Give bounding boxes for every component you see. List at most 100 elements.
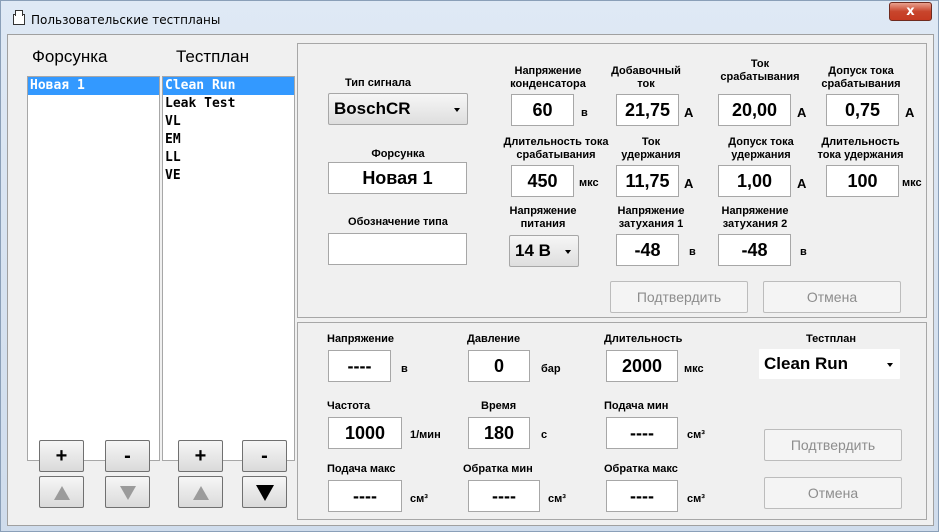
arrow-up-icon (53, 485, 70, 500)
frequency-label: Частота (327, 400, 371, 412)
hold-current-unit: А (684, 176, 694, 191)
return-min-field[interactable]: ---- (468, 480, 540, 512)
window-title: Пользовательские тестпланы (31, 13, 221, 27)
supply-voltage-value: 14 В (515, 241, 551, 260)
move-injector-down-button[interactable] (105, 476, 150, 508)
trigger-duration-label-2: срабатывания (516, 149, 596, 161)
feed-min-label: Подача мин (604, 400, 669, 412)
supply-voltage-label: Напряжение (509, 205, 577, 217)
chevron-down-icon (887, 363, 893, 367)
move-injector-up-button[interactable] (39, 476, 84, 508)
testplan-confirm-button[interactable]: Подтвердить (764, 429, 902, 461)
hold-current-tolerance-field[interactable]: 1,00 (718, 165, 791, 197)
decay-voltage-2-label-2: затухания 2 (722, 218, 788, 230)
hold-duration-label: Длительность (821, 136, 900, 148)
chevron-down-icon (454, 108, 460, 112)
additional-current-field[interactable]: 21,75 (616, 94, 679, 126)
list-item[interactable]: Clean Run (163, 77, 294, 95)
remove-injector-button[interactable]: - (105, 440, 150, 472)
type-designation-field[interactable] (328, 233, 467, 265)
signal-type-label: Тип сигнала (344, 77, 412, 89)
hold-duration-field[interactable]: 100 (826, 165, 899, 197)
injector-cancel-button[interactable]: Отмена (763, 281, 901, 313)
hold-current-tolerance-unit: А (797, 176, 807, 191)
testplan-value: Clean Run (764, 354, 849, 373)
injector-list-header: Форсунка (32, 47, 108, 66)
trigger-duration-field[interactable]: 450 (511, 165, 574, 197)
signal-type-dropdown[interactable]: BoschCR (328, 93, 468, 125)
return-max-field[interactable]: ---- (606, 480, 678, 512)
move-testplan-up-button[interactable] (178, 476, 223, 508)
add-injector-button[interactable]: + (39, 440, 84, 472)
testplan-dropdown[interactable]: Clean Run (758, 348, 901, 380)
move-testplan-down-button[interactable] (242, 476, 287, 508)
trigger-current-unit: А (797, 105, 807, 120)
decay-voltage-1-unit: в (689, 246, 696, 258)
hold-duration-label-2: тока удержания (817, 149, 904, 161)
list-item[interactable]: VE (163, 167, 294, 185)
window-icon (13, 10, 25, 25)
return-min-unit: см³ (548, 493, 566, 505)
feed-max-label: Подача макс (327, 463, 396, 475)
voltage-field[interactable]: ---- (328, 350, 391, 382)
decay-voltage-2-label: Напряжение (721, 205, 789, 217)
decay-voltage-1-label-2: затухания 1 (618, 218, 684, 230)
hold-current-label-2: удержания (621, 149, 681, 161)
testplan-label: Тестплан (805, 333, 857, 345)
return-max-unit: см³ (687, 493, 705, 505)
frequency-unit: 1/мин (410, 429, 441, 441)
decay-voltage-2-field[interactable]: -48 (718, 234, 791, 266)
testplan-cancel-button[interactable]: Отмена (764, 477, 902, 509)
frequency-field[interactable]: 1000 (328, 417, 402, 449)
capacitor-voltage-label-2: конденсатора (510, 78, 586, 90)
remove-testplan-button[interactable]: - (242, 440, 287, 472)
time-unit: с (541, 429, 548, 441)
time-label: Время (481, 400, 517, 412)
testplan-settings-panel: Напряжение ---- в Давление 0 бар Длитель… (297, 322, 927, 520)
duration-label: Длительность (604, 333, 683, 345)
additional-current-label: Добавочный (611, 65, 681, 77)
capacitor-voltage-field[interactable]: 60 (511, 94, 574, 126)
trigger-current-tolerance-label-2: срабатывания (821, 78, 901, 90)
list-item[interactable]: Leak Test (163, 95, 294, 113)
trigger-current-tolerance-field[interactable]: 0,75 (826, 94, 899, 126)
list-item[interactable]: Новая 1 (28, 77, 159, 95)
close-button[interactable]: x (889, 2, 932, 21)
supply-voltage-label-2: питания (520, 218, 566, 230)
injector-settings-panel: Тип сигнала BoschCR Форсунка Новая 1 Обо… (297, 43, 927, 318)
arrow-down-icon (255, 484, 274, 501)
trigger-current-field[interactable]: 20,00 (718, 94, 791, 126)
injector-listbox[interactable]: Новая 1 (27, 76, 160, 461)
list-item[interactable]: LL (163, 149, 294, 167)
additional-current-label-2: ток (637, 78, 655, 90)
title-bar: Пользовательские тестпланы x (1, 1, 938, 31)
injector-confirm-button[interactable]: Подтвердить (610, 281, 748, 313)
pressure-label: Давление (467, 333, 521, 345)
signal-type-value: BoschCR (334, 99, 411, 118)
decay-voltage-1-label: Напряжение (617, 205, 685, 217)
add-testplan-button[interactable]: + (178, 440, 223, 472)
hold-current-field[interactable]: 11,75 (616, 165, 679, 197)
voltage-label: Напряжение (327, 333, 394, 345)
injector-name-field[interactable]: Новая 1 (328, 162, 467, 194)
type-designation-label: Обозначение типа (348, 216, 448, 228)
additional-current-unit: А (684, 105, 694, 120)
pressure-field[interactable]: 0 (468, 350, 530, 382)
feed-max-field[interactable]: ---- (328, 480, 402, 512)
duration-field[interactable]: 2000 (606, 350, 678, 382)
trigger-current-tolerance-label: Допуск тока (828, 65, 894, 77)
testplan-listbox[interactable]: Clean Run Leak Test VL EM LL VE (162, 76, 295, 461)
chevron-down-icon (565, 250, 571, 254)
decay-voltage-1-field[interactable]: -48 (616, 234, 679, 266)
list-item[interactable]: VL (163, 113, 294, 131)
hold-duration-unit: мкс (902, 177, 922, 189)
list-item[interactable]: EM (163, 131, 294, 149)
return-max-label: Обратка макс (604, 463, 678, 475)
trigger-duration-label: Длительность тока (503, 136, 609, 148)
feed-min-field[interactable]: ---- (606, 417, 678, 449)
pressure-unit: бар (541, 363, 561, 375)
time-field[interactable]: 180 (468, 417, 530, 449)
arrow-up-icon (192, 485, 209, 500)
hold-current-tolerance-label-2: удержания (731, 149, 791, 161)
supply-voltage-dropdown[interactable]: 14 В (509, 235, 579, 267)
